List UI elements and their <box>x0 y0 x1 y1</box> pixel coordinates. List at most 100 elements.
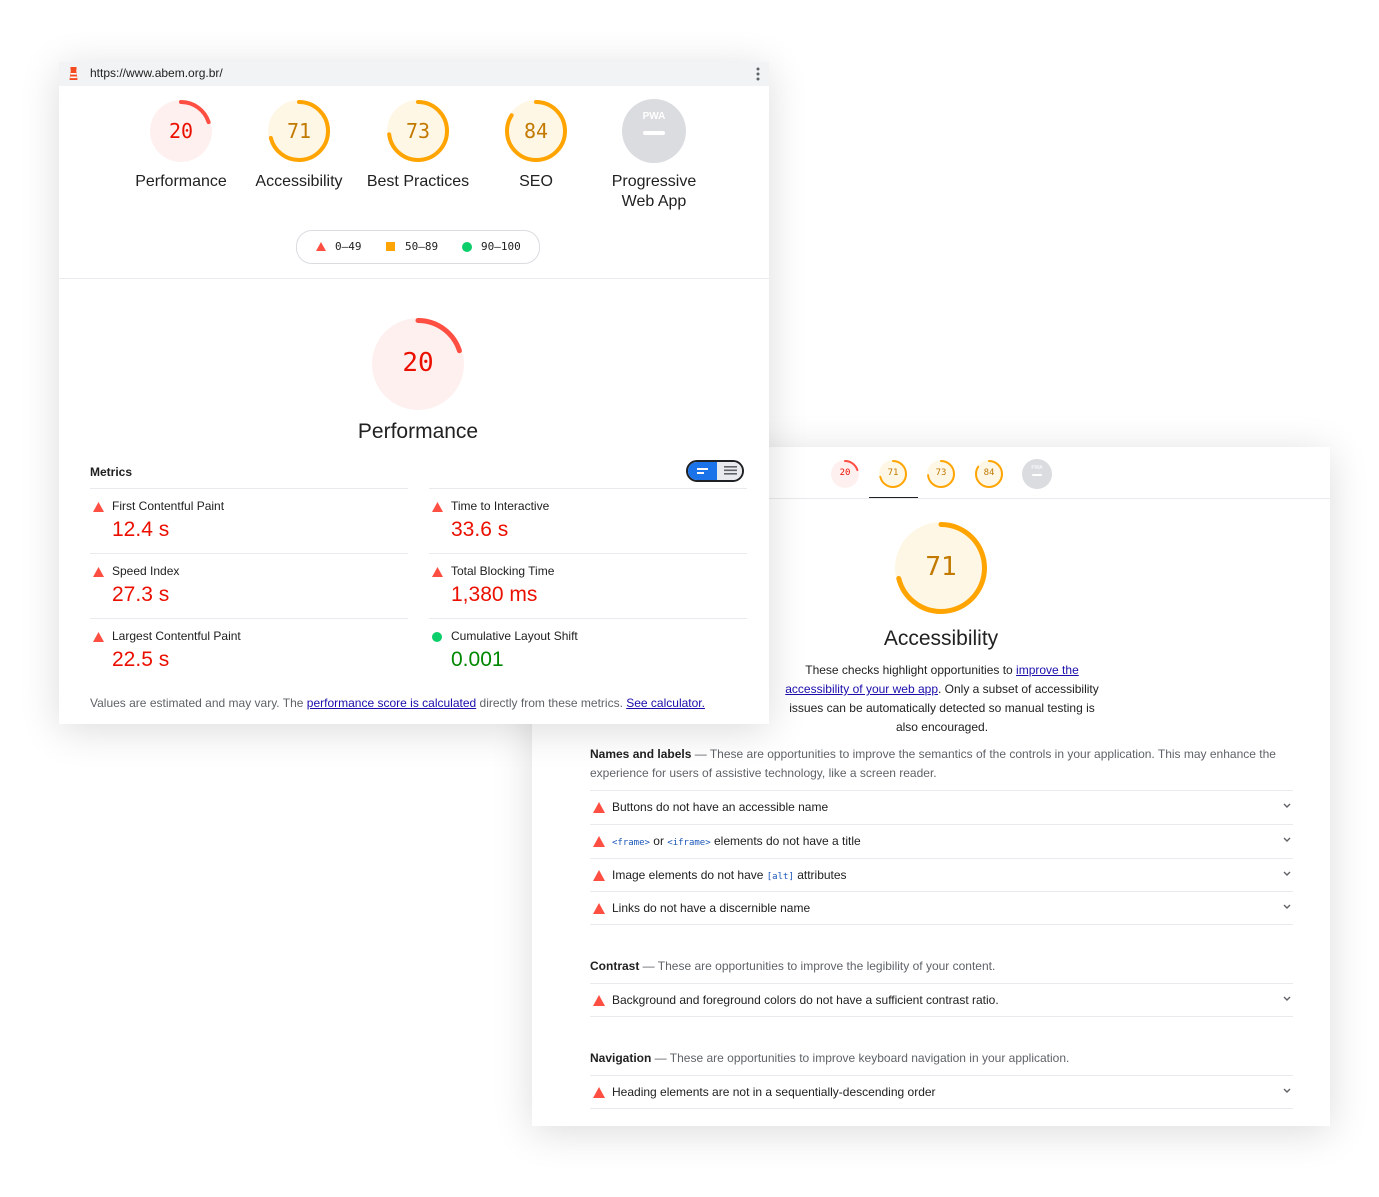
chevron-down-icon[interactable] <box>1282 902 1292 912</box>
see-calculator-link[interactable]: See calculator. <box>626 696 705 710</box>
pwa-badge: PWA <box>642 111 666 122</box>
legend-average-range: 50–89 <box>405 240 439 253</box>
audit-image-alt[interactable]: Image elements do not have [alt] attribu… <box>590 858 1293 892</box>
audit-divider <box>590 924 1293 925</box>
fail-triangle-icon <box>593 870 605 881</box>
fail-triangle-icon <box>593 995 605 1006</box>
mini-score-tab[interactable]: 20 <box>830 459 860 489</box>
audit-title: <frame> or <iframe> elements do not have… <box>612 834 861 848</box>
pass-circle-icon <box>432 632 442 642</box>
metric-label: Total Blocking Time <box>451 564 555 578</box>
group-title: Contrast <box>590 959 640 973</box>
score-calculated-link[interactable]: performance score is calculated <box>307 696 476 710</box>
gauge-score: 20 <box>839 468 851 479</box>
gauge-label: Best Practices <box>366 173 470 190</box>
mini-pwa-tab[interactable]: PWA <box>1022 459 1052 489</box>
best-practices-gauge[interactable]: 73 <box>386 99 450 163</box>
audit-title: Buttons do not have an accessible name <box>612 800 829 814</box>
chevron-down-icon[interactable] <box>1282 801 1292 811</box>
chevron-down-icon[interactable] <box>1282 835 1292 845</box>
audit-title-text: Image elements do not have <box>612 868 767 882</box>
gauge-score: 84 <box>523 118 549 143</box>
gauge-score: 71 <box>887 468 899 479</box>
gauge-label: Performance <box>135 173 227 190</box>
audit-heading-order[interactable]: Heading elements are not in a sequential… <box>590 1075 1293 1109</box>
pass-circle-icon <box>462 242 472 252</box>
performance-gauge[interactable]: 20 <box>149 99 213 163</box>
toggle-expanded[interactable] <box>717 462 742 480</box>
score-legend: 0–49 50–89 90–100 <box>296 230 540 264</box>
metric-value: 12.4 s <box>112 518 170 541</box>
metric-label: First Contentful Paint <box>112 499 225 513</box>
gauge-score: 73 <box>405 118 431 143</box>
legend-fail-range: 0–49 <box>335 240 362 253</box>
chevron-down-icon[interactable] <box>1282 994 1292 1004</box>
note-text: directly from these metrics. <box>476 696 627 710</box>
gauge-score: 73 <box>935 468 947 479</box>
metric-label: Cumulative Layout Shift <box>451 629 578 643</box>
audit-title: Background and foreground colors do not … <box>612 993 999 1007</box>
lighthouse-icon <box>69 67 78 80</box>
gauge-score: 20 <box>402 347 434 378</box>
metric-label: Time to Interactive <box>451 499 550 513</box>
metric-first-contentful-paint: First Contentful Paint 12.4 s <box>90 488 408 554</box>
metrics-note: Values are estimated and may vary. The p… <box>90 696 705 710</box>
metric-label: Speed Index <box>112 564 180 578</box>
audit-color-contrast[interactable]: Background and foreground colors do not … <box>590 983 1293 1017</box>
accessibility-description: These checks highlight opportunities to … <box>782 661 1102 737</box>
pwa-label-line2: Web App <box>621 193 687 210</box>
mini-score-tab[interactable]: 84 <box>974 459 1004 489</box>
audit-title-text: elements do not have a title <box>710 834 861 848</box>
note-text: Values are estimated and may vary. The <box>90 696 307 710</box>
metric-value: 1,380 ms <box>451 583 538 606</box>
accessibility-gauge[interactable]: 71 <box>267 99 331 163</box>
fail-triangle-icon <box>93 567 104 577</box>
group-contrast: Contrast — These are opportunities to im… <box>590 957 1295 976</box>
pwa-gauge[interactable]: PWA <box>622 99 686 163</box>
performance-score-gauge: 20 <box>371 317 465 411</box>
metric-time-to-interactive: Time to Interactive 33.6 s <box>429 488 747 554</box>
fail-triangle-icon <box>593 1087 605 1098</box>
fail-triangle-icon <box>593 903 605 914</box>
expanded-view-icon <box>724 466 737 475</box>
fail-triangle-icon <box>432 502 443 512</box>
metric-label: Largest Contentful Paint <box>112 629 241 643</box>
group-description: — These are opportunities to improve the… <box>590 747 1276 780</box>
seo-gauge[interactable]: 84 <box>504 99 568 163</box>
audit-title: Image elements do not have [alt] attribu… <box>612 868 847 882</box>
gauge-score: 71 <box>925 551 957 582</box>
pwa-label: Progressive Web App <box>595 172 713 212</box>
group-title: Navigation <box>590 1051 652 1065</box>
code-alt: [alt] <box>766 872 794 882</box>
toggle-compact[interactable] <box>688 462 717 480</box>
group-description: — These are opportunities to improve the… <box>639 959 996 973</box>
fail-triangle-icon <box>93 502 104 512</box>
mini-score-tab[interactable]: 71 <box>878 459 908 489</box>
compact-view-icon <box>697 468 708 474</box>
pwa-icon <box>1022 459 1052 489</box>
desc-text-start: These checks highlight opportunities to <box>805 663 1017 677</box>
fail-triangle-icon <box>93 632 104 642</box>
fail-triangle-icon <box>316 242 326 251</box>
audit-frame-title[interactable]: <frame> or <iframe> elements do not have… <box>590 824 1293 858</box>
audit-title: Heading elements are not in a sequential… <box>612 1085 936 1099</box>
audit-button-name[interactable]: Buttons do not have an accessible name <box>590 790 1293 824</box>
fail-triangle-icon <box>593 836 605 847</box>
performance-title: Performance <box>357 420 479 443</box>
pwa-icon <box>622 99 686 163</box>
group-description: — These are opportunities to improve key… <box>651 1051 1070 1065</box>
gauge-label: Accessibility <box>255 173 343 190</box>
audit-link-name[interactable]: Links do not have a discernible name <box>590 891 1293 925</box>
gauge-label: SEO <box>519 173 553 190</box>
more-options-icon[interactable] <box>756 66 760 82</box>
metric-speed-index: Speed Index 27.3 s <box>90 553 408 619</box>
audit-divider <box>590 1108 1293 1109</box>
pwa-label-line1: Progressive <box>611 173 697 190</box>
metrics-view-toggle[interactable] <box>686 460 744 482</box>
audit-title-text: attributes <box>793 868 847 882</box>
gauge-score: 20 <box>168 118 194 143</box>
mini-score-tab[interactable]: 73 <box>926 459 956 489</box>
chevron-down-icon[interactable] <box>1282 869 1292 879</box>
chevron-down-icon[interactable] <box>1282 1086 1292 1096</box>
group-names-and-labels: Names and labels — These are opportuniti… <box>590 745 1295 783</box>
